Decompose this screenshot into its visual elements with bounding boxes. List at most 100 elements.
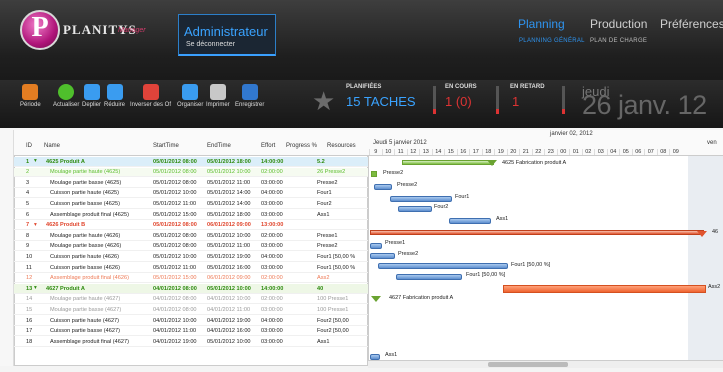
table-row[interactable]: 8 Moulage partie haute (4626) 05/01/2012 0…	[14, 231, 368, 241]
logout-link[interactable]: Se déconnecter	[186, 41, 235, 48]
expand-triangle-icon[interactable]: ▾	[34, 222, 37, 228]
cell-name: Cuisson partie haute (4625)	[50, 190, 120, 197]
cell-name: Cuisson partie haute (4626)	[50, 253, 120, 260]
cell-resources: Presse2	[317, 179, 338, 186]
cell-end: 05/01/2012 10:00	[207, 338, 251, 345]
cell-effort: 04:00:00	[261, 253, 283, 260]
cell-start: 05/01/2012 08:00	[153, 179, 197, 186]
table-row[interactable]: 12 Assemblage produit final (4626) 05/01/2…	[14, 274, 368, 284]
expand-triangle-icon[interactable]: ▾	[34, 158, 37, 164]
gantt-hour-label: 07	[644, 149, 657, 155]
imprimer-button[interactable]: Imprimer	[206, 84, 230, 108]
col-start[interactable]: StartTime	[153, 143, 179, 149]
gantt-hour-label: 14	[431, 149, 445, 155]
actualiser-button[interactable]: Actualiser	[53, 84, 79, 108]
table-row[interactable]: 2 Moulage partie haute (4625) 05/01/2012 0…	[14, 167, 368, 178]
gantt-scroll-thumb[interactable]	[488, 362, 568, 367]
organize-icon	[182, 84, 199, 100]
table-row[interactable]: 18 Assemblage produit final (4627) 04/01/2…	[14, 337, 368, 347]
table-row[interactable]: 16 Cuisson partie haute (4627) 04/01/2012 …	[14, 316, 368, 326]
table-row[interactable]: 10 Cuisson partie haute (4626) 05/01/2012 …	[14, 252, 368, 262]
cell-start: 04/01/2012 08:00	[153, 306, 197, 313]
nav-preferences[interactable]: Préférences	[660, 17, 723, 31]
gantt-hour-label: 17	[469, 149, 482, 155]
app-window: P PLANITYS Manager Administrateur Se déc…	[0, 0, 723, 372]
gantt-hour-label: 20	[506, 149, 520, 155]
label-4627: 4627 Fabrication produit A	[389, 295, 454, 301]
nav-planning-sub[interactable]: PLANNING GÉNÉRAL	[519, 38, 585, 44]
cell-start: 04/01/2012 19:00	[153, 338, 197, 345]
cell-effort: 02:00:00	[261, 232, 283, 239]
gantt-hour-label: 22	[531, 149, 545, 155]
col-effort[interactable]: Effort	[261, 143, 275, 149]
retard-label: EN RETARD	[510, 84, 545, 90]
cell-effort: 03:00:00	[261, 179, 283, 186]
cell-resources: Four2	[317, 200, 332, 207]
cell-start: 05/01/2012 11:00	[153, 200, 197, 207]
cell-start: 04/01/2012 10:00	[153, 317, 197, 324]
label-ass2: Ass2	[708, 284, 721, 290]
cell-resources: Four2 [50,00	[317, 328, 349, 335]
row-indicator-column	[0, 130, 14, 366]
reduire-button[interactable]: Réduire	[104, 84, 125, 108]
enregistrer-button[interactable]: Enregistrer	[235, 84, 264, 108]
table-row[interactable]: 17 Cuisson partie basse (4627) 04/01/2012 …	[14, 327, 368, 337]
inverser-button[interactable]: Inverser des Of	[130, 84, 171, 108]
label-4625: 4625 Fabrication produit A	[502, 160, 567, 166]
col-name[interactable]: Name	[44, 143, 60, 149]
gantt-hour-label: 12	[406, 149, 420, 155]
task-5-bar[interactable]	[398, 206, 432, 212]
cell-effort: 14:00:00	[261, 158, 284, 165]
nav-planning[interactable]: Planning	[518, 17, 565, 31]
cell-name: Assemblage produit final (4626)	[50, 275, 129, 282]
task-9-bar[interactable]	[370, 253, 395, 259]
table-row[interactable]: 15 Moulage partie basse (4627) 04/01/2012 …	[14, 305, 368, 315]
cell-name: Cuisson partie haute (4627)	[50, 317, 120, 324]
cell-start: 04/01/2012 08:00	[153, 296, 197, 303]
col-end[interactable]: EndTime	[207, 143, 231, 149]
periode-button[interactable]: Période	[20, 84, 41, 108]
cell-resources: Ass1	[317, 338, 330, 345]
table-row[interactable]: 1 ▾ 4625 Produit A 05/01/2012 08:00 05/01/2…	[14, 157, 368, 167]
task-10-bar[interactable]	[378, 263, 508, 269]
cell-name: 4626 Produit B	[46, 222, 86, 229]
table-row[interactable]: 14 Moulage partie haute (4627) 04/01/2012 …	[14, 295, 368, 305]
deplier-button[interactable]: Deplier	[82, 84, 101, 108]
table-row[interactable]: 9 Moulage partie basse (4626) 05/01/2012 0…	[14, 242, 368, 252]
swap-icon	[142, 84, 159, 100]
cell-name: Assemblage produit final (4627)	[50, 338, 129, 345]
col-progress[interactable]: Progress %	[286, 143, 317, 149]
label-four1-50: Four1 [50,00 %]	[511, 262, 551, 268]
task-8-bar[interactable]	[370, 243, 382, 249]
chevron-up-icon	[106, 84, 123, 100]
cell-end: 05/01/2012 18:00	[207, 158, 251, 165]
task-12-bar[interactable]	[503, 285, 706, 293]
cell-end: 04/01/2012 19:00	[207, 317, 251, 324]
col-id[interactable]: ID	[26, 143, 32, 149]
label-presse1: Presse1	[385, 240, 406, 246]
table-row[interactable]: 5 Cuisson partie basse (4625) 05/01/2012 1…	[14, 199, 368, 209]
cell-start: 04/01/2012 11:00	[153, 328, 197, 335]
task-6-bar[interactable]	[449, 218, 491, 224]
organiser-button[interactable]: Organiser	[177, 84, 203, 108]
summary-bar-4626[interactable]	[370, 230, 704, 235]
chevron-down-icon	[83, 84, 100, 100]
table-row[interactable]: 13 ▾ 4627 Produit A 04/01/2012 08:00 05/01/…	[14, 284, 368, 294]
task-11-bar[interactable]	[396, 274, 462, 280]
logo-letter: P	[31, 12, 49, 43]
cell-end: 04/01/2012 10:00	[207, 296, 251, 303]
task-4-bar[interactable]	[390, 196, 452, 202]
col-resources[interactable]: Resources	[327, 143, 356, 149]
table-row[interactable]: 6 Assemblage produit final (4625) 05/01/20…	[14, 210, 368, 220]
nav-production-sub[interactable]: PLAN DE CHARGE	[590, 38, 647, 44]
table-row[interactable]: 4 Cuisson partie haute (4625) 05/01/2012 1…	[14, 189, 368, 199]
task-2-bar[interactable]	[371, 171, 377, 177]
expand-triangle-icon[interactable]: ▾	[34, 285, 37, 291]
summary-bar-4625[interactable]	[402, 160, 494, 165]
table-row[interactable]: 7 ▾ 4626 Produit B 05/01/2012 08:00 06/01/2…	[14, 221, 368, 231]
cell-effort: 03:00:00	[261, 338, 283, 345]
table-row[interactable]: 11 Cuisson partie basse (4626) 05/01/2012 …	[14, 263, 368, 273]
nav-production[interactable]: Production	[590, 17, 647, 31]
table-row[interactable]: 3 Moulage partie basse (4625) 05/01/2012 0…	[14, 178, 368, 188]
task-3-bar[interactable]	[374, 184, 392, 190]
